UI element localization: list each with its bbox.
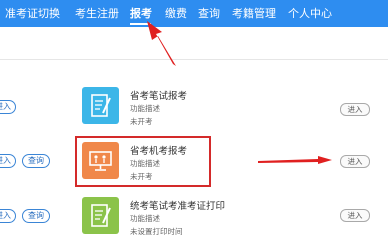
top-nav: 准考证切换 考生注册 报考 缴费 查询 考籍管理 个人中心 — [0, 0, 388, 27]
enter-button-written-exam[interactable]: 进入 — [340, 103, 370, 116]
section-divider — [0, 59, 388, 60]
highlight-box — [75, 136, 211, 187]
module-status: 未开考 — [130, 117, 153, 126]
left-query-button-2[interactable]: 查询 — [22, 154, 50, 168]
left-enter-button-2[interactable]: 进入 — [0, 154, 16, 168]
module-desc: 功能描述 — [130, 214, 160, 223]
module-title[interactable]: 省考笔试报考 — [130, 88, 187, 102]
left-query-button-3[interactable]: 查询 — [22, 209, 50, 223]
enter-button-computer-exam[interactable]: 进入 — [340, 155, 370, 168]
pen-paper-icon[interactable] — [82, 87, 119, 124]
nav-item-personal-center[interactable]: 个人中心 — [288, 0, 332, 27]
nav-item-register[interactable]: 考生注册 — [75, 0, 119, 27]
module-status: 未设置打印时间 — [130, 227, 183, 236]
nav-item-records[interactable]: 考籍管理 — [232, 0, 276, 27]
nav-item-ticket-switch[interactable]: 准考证切换 — [5, 0, 60, 27]
nav-item-payment[interactable]: 缴费 — [165, 0, 187, 27]
module-desc: 功能描述 — [130, 104, 160, 113]
nav-active-indicator — [130, 23, 151, 25]
left-enter-button-1[interactable]: 进入 — [0, 100, 16, 114]
print-ticket-icon[interactable] — [82, 197, 119, 234]
left-enter-button-3[interactable]: 进入 — [0, 209, 16, 223]
arrow-to-enter-icon — [258, 156, 332, 164]
enter-button-print-ticket[interactable]: 进入 — [340, 209, 370, 222]
nav-item-query[interactable]: 查询 — [198, 0, 220, 27]
module-title[interactable]: 统考笔试考准考证打印 — [130, 198, 225, 212]
